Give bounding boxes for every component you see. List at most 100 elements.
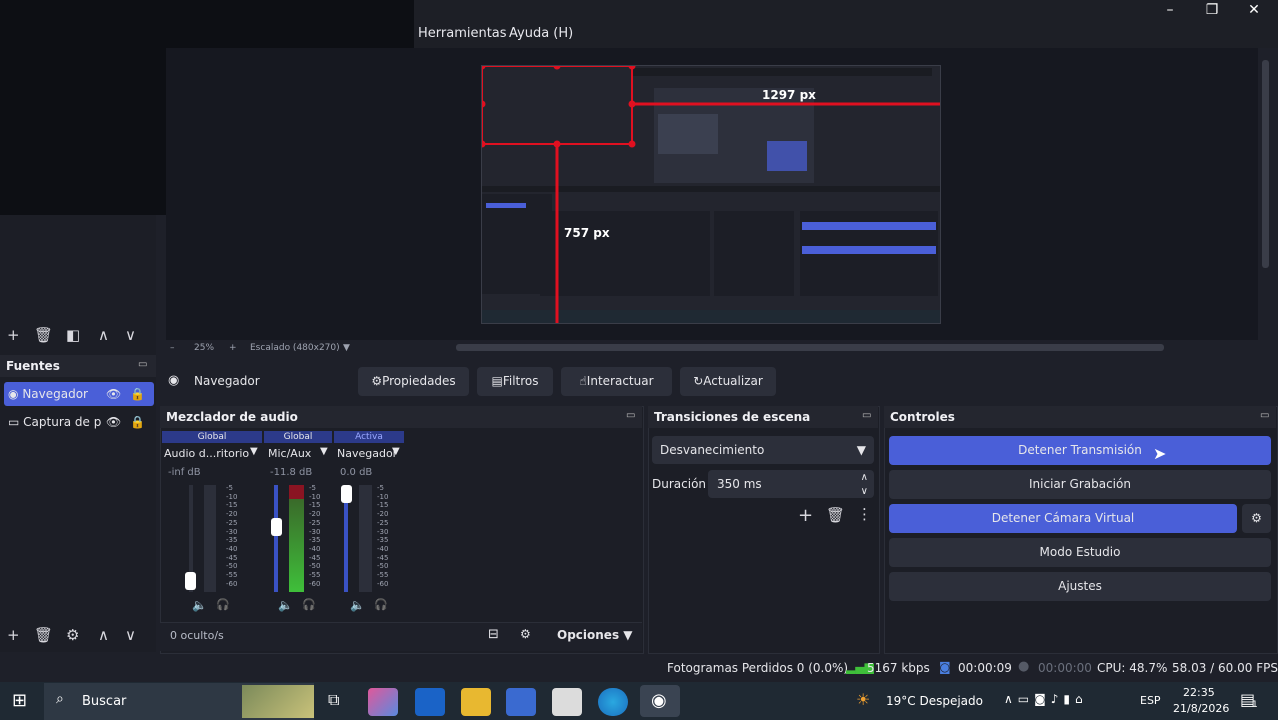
speaker-icon[interactable]: 🔈 <box>278 598 293 612</box>
filters-button[interactable]: ▤Filtros <box>477 367 553 396</box>
monitor-headphones-icon[interactable]: 🎧 <box>216 598 230 611</box>
refresh-button[interactable]: ↻Actualizar <box>680 367 776 396</box>
dock-menu-icon[interactable]: ▭ <box>138 359 147 370</box>
move-down-icon[interactable]: ∨ <box>125 326 136 344</box>
dropdown-arrow-icon: ▼ <box>623 628 633 642</box>
clock-date[interactable]: 21/8/2026 <box>1173 702 1229 715</box>
language-indicator[interactable]: ESP <box>1140 694 1161 707</box>
visibility-eye-icon[interactable]: 👁 <box>106 382 121 406</box>
duration-spinbox[interactable]: 350 ms ∧ ∨ <box>708 470 874 498</box>
minimize-button[interactable]: – <box>1150 2 1190 20</box>
zoom-dropdown-icon[interactable]: ▼ <box>343 343 350 353</box>
context-browser-icon: ◉ <box>168 373 180 388</box>
browser-icon: ◉ <box>8 387 19 401</box>
source-item-navegador[interactable]: ◉ Navegador 👁 🔒 <box>4 382 154 406</box>
add-source-icon[interactable]: + <box>7 626 20 644</box>
source-up-icon[interactable]: ∧ <box>98 626 109 644</box>
sources-header: Fuentes <box>0 355 156 377</box>
zoom-in-button[interactable]: + <box>229 343 237 353</box>
system-tray-icons[interactable]: ∧▭◙♪▮⌂ <box>1004 692 1088 706</box>
source-item-label: Captura de p <box>23 415 102 429</box>
stop-virtual-camera-button[interactable]: Detener Cámara Virtual <box>889 504 1237 533</box>
stop-streaming-button[interactable]: Detener Transmisión <box>889 436 1271 465</box>
bitrate: 5167 kbps <box>867 661 930 675</box>
meter-tick: -25 <box>309 518 321 527</box>
task-view-icon[interactable]: ⧉ <box>328 690 339 710</box>
file-explorer-icon[interactable] <box>461 688 491 716</box>
monitor-headphones-icon[interactable]: 🎧 <box>374 598 388 611</box>
move-up-icon[interactable]: ∧ <box>98 326 109 344</box>
search-icon: ⌕ <box>56 691 64 707</box>
add-transition-icon[interactable]: + <box>798 505 813 526</box>
meter-tick: -40 <box>226 544 238 553</box>
add-scene-icon[interactable]: + <box>7 326 20 344</box>
remove-source-icon[interactable]: 🗑 <box>34 626 53 644</box>
copilot-icon[interactable] <box>368 688 398 716</box>
source-item-captura[interactable]: ▭ Captura de p 👁 🔒 <box>4 410 154 434</box>
filters-label: Filtros <box>502 374 539 388</box>
dock-menu-icon[interactable]: ▭ <box>1260 410 1269 421</box>
preview-horizontal-scrollbar[interactable] <box>456 344 1164 351</box>
channel-menu-icon[interactable]: ▼ <box>320 446 328 457</box>
monitor-headphones-icon[interactable]: 🎧 <box>302 598 316 611</box>
meter-tick: -10 <box>377 492 389 501</box>
preview-vertical-scrollbar[interactable] <box>1262 60 1269 268</box>
audio-meter <box>359 485 372 592</box>
edge-icon[interactable] <box>598 688 628 716</box>
remove-scene-icon[interactable]: 🗑 <box>34 326 53 344</box>
dock-menu-icon[interactable]: ▭ <box>862 410 871 421</box>
volume-slider-handle[interactable] <box>185 572 196 590</box>
settings-button[interactable]: Ajustes <box>889 572 1271 601</box>
meter-tick: -50 <box>377 562 389 571</box>
studio-mode-button[interactable]: Modo Estudio <box>889 538 1271 567</box>
meter-tick: -40 <box>377 544 389 553</box>
weather-text[interactable]: 19°C Despejado <box>886 694 983 708</box>
volume-slider-handle[interactable] <box>341 485 352 503</box>
volume-slider-handle[interactable] <box>271 518 282 536</box>
muted-speaker-icon[interactable]: 🔈 <box>350 598 365 612</box>
channel-menu-icon[interactable]: ▼ <box>250 446 258 457</box>
mixer-channel-name: Mic/Aux <box>268 447 312 460</box>
preview-canvas[interactable]: 1297 px 757 px <box>481 65 941 324</box>
options-button[interactable]: Opciones ▼ <box>557 628 633 642</box>
maximize-button[interactable]: ❐ <box>1192 2 1232 20</box>
windows-start-icon[interactable]: ⊞ <box>12 690 27 711</box>
muted-speaker-icon[interactable]: 🔈 <box>192 598 207 612</box>
volume-slider-track[interactable] <box>274 485 278 592</box>
channel-menu-icon[interactable]: ▼ <box>392 446 400 457</box>
interact-button[interactable]: ☝Interactuar <box>561 367 672 396</box>
meter-tick: -45 <box>377 553 389 562</box>
source-settings-icon[interactable]: ⚙ <box>66 626 79 644</box>
mixer-settings-icon[interactable]: ⚙ <box>520 627 531 641</box>
virtual-camera-settings-icon[interactable]: ⚙ <box>1242 504 1271 533</box>
sources-title: Fuentes <box>6 359 60 373</box>
menu-tools[interactable]: Herramientas <box>418 26 507 41</box>
outlook-icon[interactable] <box>415 688 445 716</box>
lock-icon[interactable]: 🔒 <box>130 410 145 434</box>
menu-help[interactable]: Ayuda (H) <box>509 26 573 41</box>
meter-tick: -60 <box>226 579 238 588</box>
spin-down-icon[interactable]: ∨ <box>861 478 868 506</box>
zoom-out-button[interactable]: – <box>170 343 175 353</box>
audio-meter <box>204 485 216 592</box>
meter-tick: -55 <box>377 571 389 580</box>
visibility-eye-icon[interactable]: 👁 <box>106 410 121 434</box>
source-down-icon[interactable]: ∨ <box>125 626 136 644</box>
microsoft-store-icon[interactable] <box>506 688 536 716</box>
remove-transition-icon[interactable]: 🗑 <box>826 506 845 524</box>
transition-select[interactable]: Desvanecimiento ▼ <box>652 436 874 464</box>
mail-icon[interactable] <box>552 688 582 716</box>
dock-menu-icon[interactable]: ▭ <box>626 410 635 421</box>
start-recording-button[interactable]: Iniciar Grabación <box>889 470 1271 499</box>
scene-filter-icon[interactable]: ◧ <box>66 326 80 344</box>
clock-time[interactable]: 22:35 <box>1183 686 1215 699</box>
transition-menu-icon[interactable]: ⋮ <box>857 505 872 523</box>
transition-select-value: Desvanecimiento <box>660 443 765 457</box>
stream-time: 00:00:09 <box>958 661 1012 675</box>
properties-button[interactable]: ⚙Propiedades <box>358 367 469 396</box>
mixer-layout-icon[interactable]: ⊟ <box>488 627 499 642</box>
meter-tick: -30 <box>226 527 238 536</box>
mixer-channel-tag: Activa <box>334 431 404 443</box>
lock-icon[interactable]: 🔒 <box>130 382 145 406</box>
close-button[interactable]: ✕ <box>1234 2 1274 20</box>
